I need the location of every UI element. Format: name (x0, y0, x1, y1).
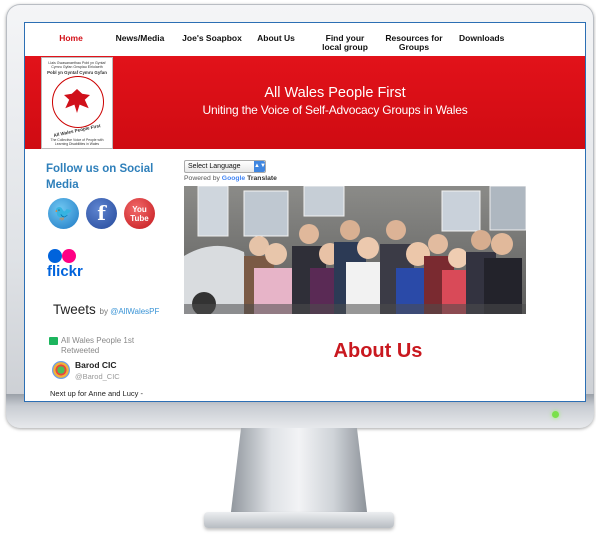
flickr-pink-dot (62, 249, 76, 263)
twitter-glyph: 🐦 (54, 205, 73, 222)
site-title: All Wales People First (264, 85, 406, 101)
facebook-icon[interactable]: f (86, 198, 117, 229)
group-photo (184, 186, 526, 314)
logo-caption-bottom: The Collective Voice of People with Lear… (50, 138, 104, 146)
tweets-label: Tweets (53, 302, 96, 317)
youtube-glyph: You Tube (130, 205, 149, 223)
translate-label[interactable]: Translate (247, 175, 277, 182)
youtube-icon[interactable]: You Tube (124, 198, 155, 229)
tweet-author-handle[interactable]: @Barod_CIC (75, 372, 120, 381)
chevron-down-icon: ▲▼ (254, 161, 266, 172)
nav-downloads[interactable]: Downloads (459, 34, 504, 43)
tweets-handle-link[interactable]: @AllWalesPF (110, 307, 159, 316)
nav-resources-for-groups[interactable]: Resources for Groups (385, 34, 443, 52)
google-logo-text[interactable]: Google (222, 175, 245, 182)
google-translate-credit: Powered by Google Translate (184, 175, 277, 182)
powered-by-label: Powered by (184, 175, 220, 182)
main-nav: Home News/Media Joe's Soapbox About Us F… (25, 23, 585, 52)
power-indicator-icon (552, 411, 559, 418)
retweet-context: All Wales People 1st Retweeted (61, 336, 135, 355)
nav-news-media[interactable]: News/Media (115, 34, 165, 43)
retweet-icon (49, 337, 58, 345)
monitor-stand-neck (230, 428, 368, 520)
page-heading: About Us (333, 340, 423, 362)
monitor-stand-base (204, 512, 394, 528)
site-subtitle: Uniting the Voice of Self-Advocacy Group… (202, 103, 468, 117)
nav-find-local-group[interactable]: Find your local group (315, 34, 375, 52)
language-select[interactable]: Select Language ▲▼ (184, 160, 266, 173)
facebook-glyph: f (97, 201, 106, 225)
logo-ring-top-text: Pobl yn Gyntaf Cymru Gyfan (47, 70, 107, 75)
logo-caption-top: Llais Gwasanaethau Pobl yn Gyntaf Cymru … (48, 61, 106, 69)
tweets-by-label: by (99, 307, 108, 316)
tweets-widget-title: Tweets by @AllWalesPF (53, 302, 159, 317)
avatar[interactable] (52, 361, 70, 379)
tweet-author[interactable]: Barod CIC (75, 360, 117, 370)
follow-heading: Follow us on Social Media (46, 163, 154, 191)
group-photo-image (184, 186, 526, 314)
nav-home[interactable]: Home (57, 34, 85, 43)
browser-screen: Home News/Media Joe's Soapbox About Us F… (24, 22, 586, 402)
flickr-blue-dot (48, 249, 62, 263)
nav-about-us[interactable]: About Us (256, 34, 296, 43)
tweet-text: Next up for Anne and Lucy - (50, 389, 143, 398)
flickr-link[interactable]: flickr (47, 263, 83, 280)
twitter-icon[interactable]: 🐦 (48, 198, 79, 229)
site-logo[interactable]: Llais Gwasanaethau Pobl yn Gyntaf Cymru … (41, 57, 113, 149)
language-select-value: Select Language (188, 163, 241, 170)
nav-joes-soapbox[interactable]: Joe's Soapbox (180, 34, 244, 43)
